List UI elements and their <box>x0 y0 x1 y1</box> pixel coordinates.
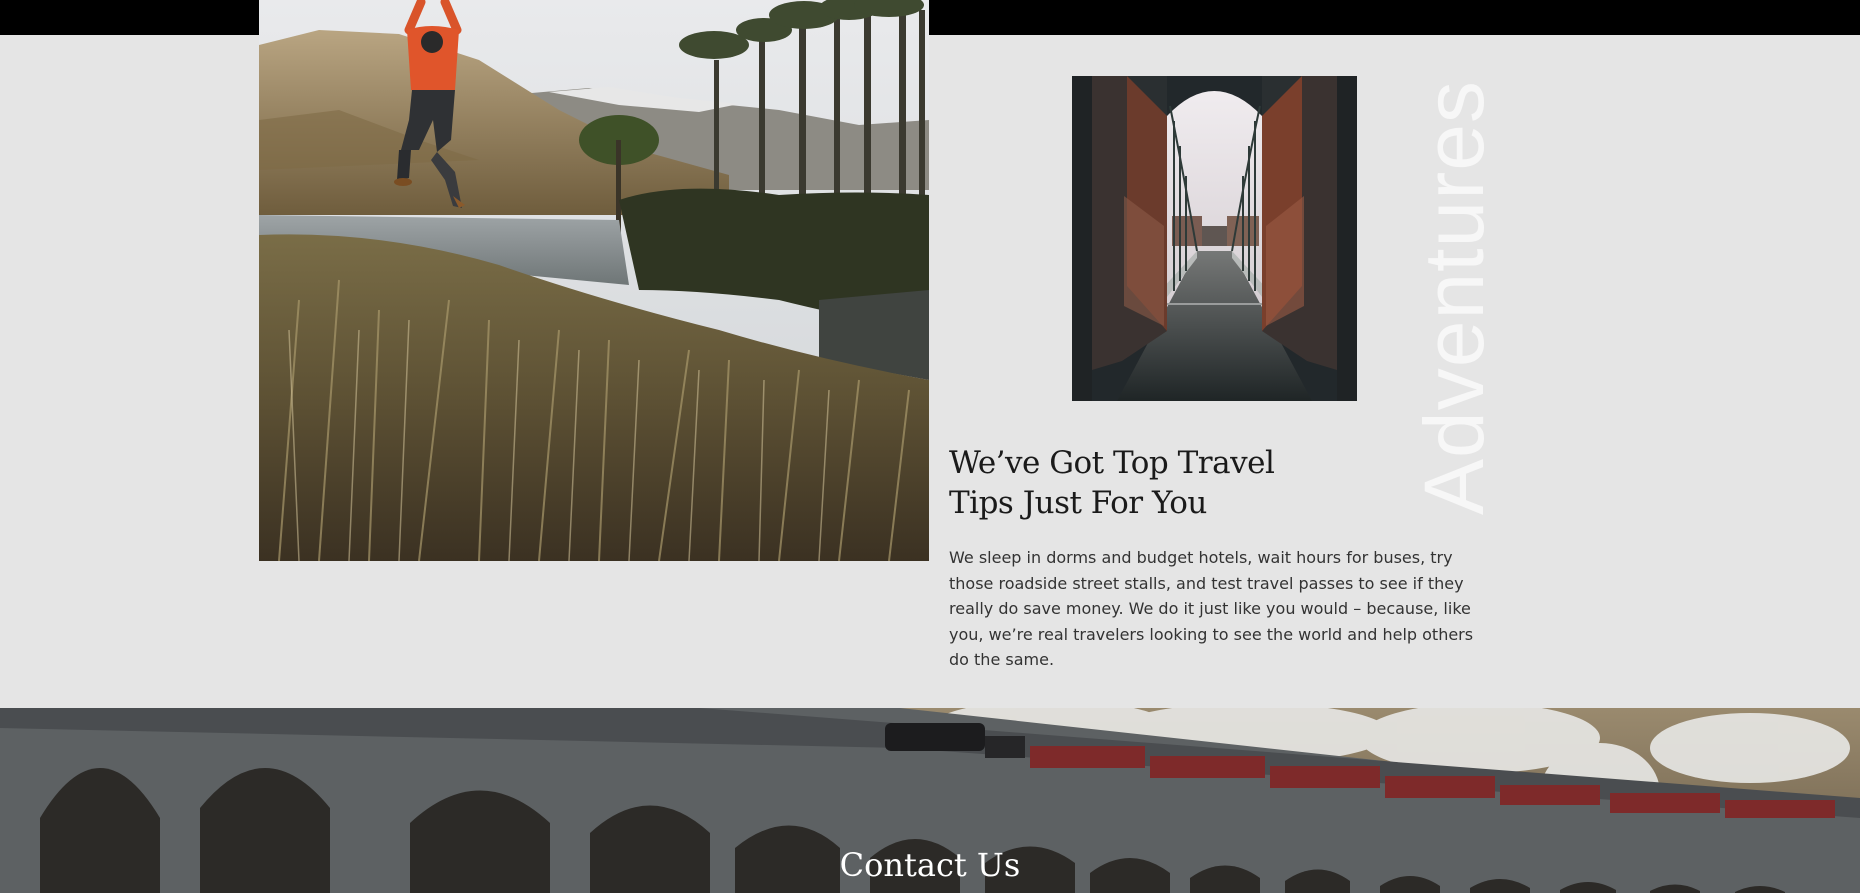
section-vertical-word: Adventures <box>1407 80 1501 515</box>
headline-line-1: We’ve Got Top Travel <box>949 445 1275 481</box>
bridge-photo-drawing <box>1072 76 1357 401</box>
section-body-text: We sleep in dorms and budget hotels, wai… <box>949 548 1474 669</box>
hero-photo-drawing <box>259 0 929 561</box>
hero-photo <box>259 0 929 561</box>
headline-line-2: Tips Just For You <box>949 485 1207 521</box>
bridge-photo <box>1072 76 1357 401</box>
section-headline: We’ve Got Top Travel Tips Just For You <box>949 443 1389 523</box>
contact-title: Contact Us <box>839 846 1021 884</box>
